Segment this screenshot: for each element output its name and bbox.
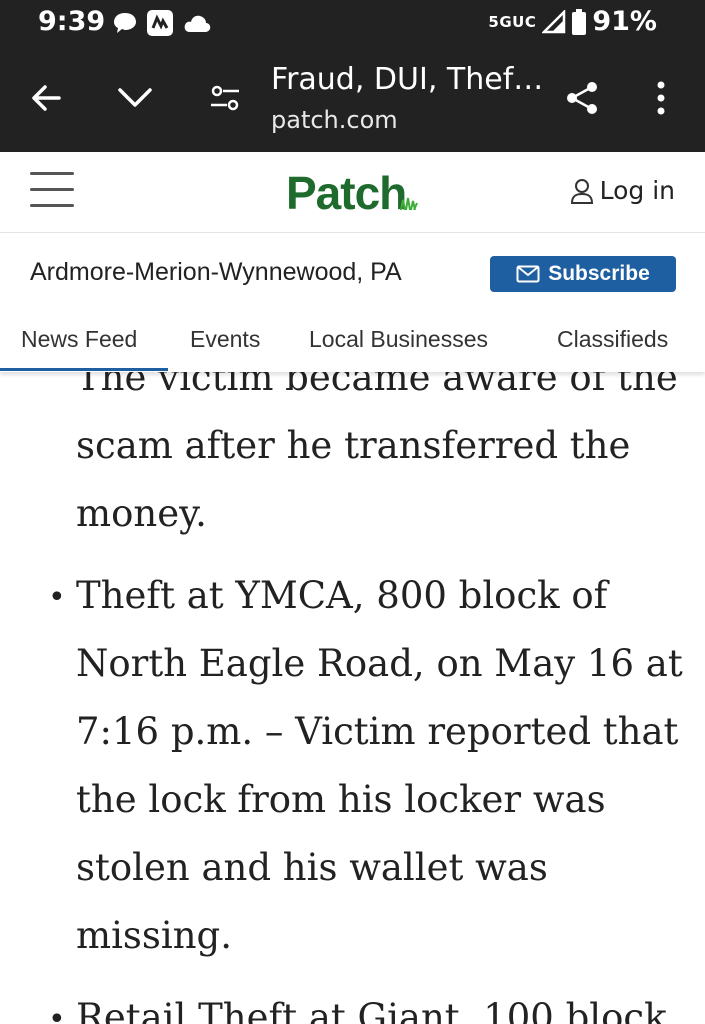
status-right: 5GUC 91% (488, 6, 657, 37)
bullet-marker: • (48, 1002, 66, 1024)
status-time: 9:39 (38, 6, 106, 37)
article-line: North Eagle Road, on May 16 at (76, 642, 683, 685)
menu-icon-line (30, 204, 74, 207)
app-notification-icon (147, 10, 173, 36)
back-arrow-icon (32, 85, 61, 111)
article-line: missing. (76, 914, 233, 957)
tab-local-businesses[interactable]: Local Businesses (309, 326, 488, 353)
signal-icon (542, 9, 566, 33)
login-label: Log in (599, 176, 675, 205)
active-tab-indicator (0, 368, 168, 371)
location-name[interactable]: Ardmore-Merion-Wynnewood, PA (30, 258, 402, 287)
network-label: 5GUC (488, 12, 537, 31)
article-line: the lock from his locker was (76, 778, 606, 821)
article-line: money. (76, 492, 207, 535)
minimize-custom-tab-button[interactable] (113, 76, 157, 120)
article-line: scam after he transferred the (76, 424, 631, 467)
status-bar: 9:39 5GUC 91% (0, 0, 705, 46)
chevron-down-icon (118, 88, 152, 107)
login-link[interactable]: Log in (570, 176, 675, 205)
section-tabs: News Feed Events Local Businesses Classi… (0, 320, 705, 372)
tune-settings-icon (211, 85, 239, 111)
page-info-button[interactable] (203, 76, 247, 120)
patch-logo[interactable]: Patch (286, 166, 407, 220)
chat-icon (114, 13, 136, 33)
article-line: Retail Theft at Giant, 100 block (76, 996, 667, 1024)
page-title: Fraud, DUI, Thef… (271, 62, 544, 97)
battery-icon (572, 8, 587, 35)
notification-icons (112, 9, 212, 37)
article-line: Theft at YMCA, 800 block of (76, 574, 608, 617)
menu-button[interactable] (30, 172, 74, 208)
mail-icon (516, 265, 540, 283)
page-url: patch.com (271, 106, 398, 134)
menu-icon-line (30, 188, 74, 191)
share-icon (567, 82, 597, 114)
back-button[interactable] (24, 76, 68, 120)
tab-news-feed[interactable]: News Feed (21, 326, 137, 353)
bullet-marker: • (48, 580, 66, 615)
subscribe-label: Subscribe (548, 262, 650, 285)
battery-percent: 91% (592, 6, 657, 37)
article-line: 7:16 p.m. – Victim reported that (76, 710, 679, 753)
user-icon (570, 178, 593, 204)
grass-logo-icon (400, 197, 418, 210)
tab-classifieds[interactable]: Classifieds (557, 326, 668, 353)
tab-events[interactable]: Events (190, 326, 260, 353)
site-header: Patch Log in (0, 152, 705, 233)
article-body: The victim became aware of the scam afte… (0, 352, 705, 1024)
cloud-icon (184, 15, 211, 32)
menu-icon-line (30, 172, 74, 175)
browser-toolbar: Fraud, DUI, Thef… patch.com (0, 46, 705, 152)
article-line: stolen and his wallet was (76, 846, 548, 889)
subscribe-button[interactable]: Subscribe (490, 256, 676, 292)
more-vert-icon (657, 81, 665, 115)
share-button[interactable] (560, 76, 604, 120)
more-options-button[interactable] (639, 76, 683, 120)
